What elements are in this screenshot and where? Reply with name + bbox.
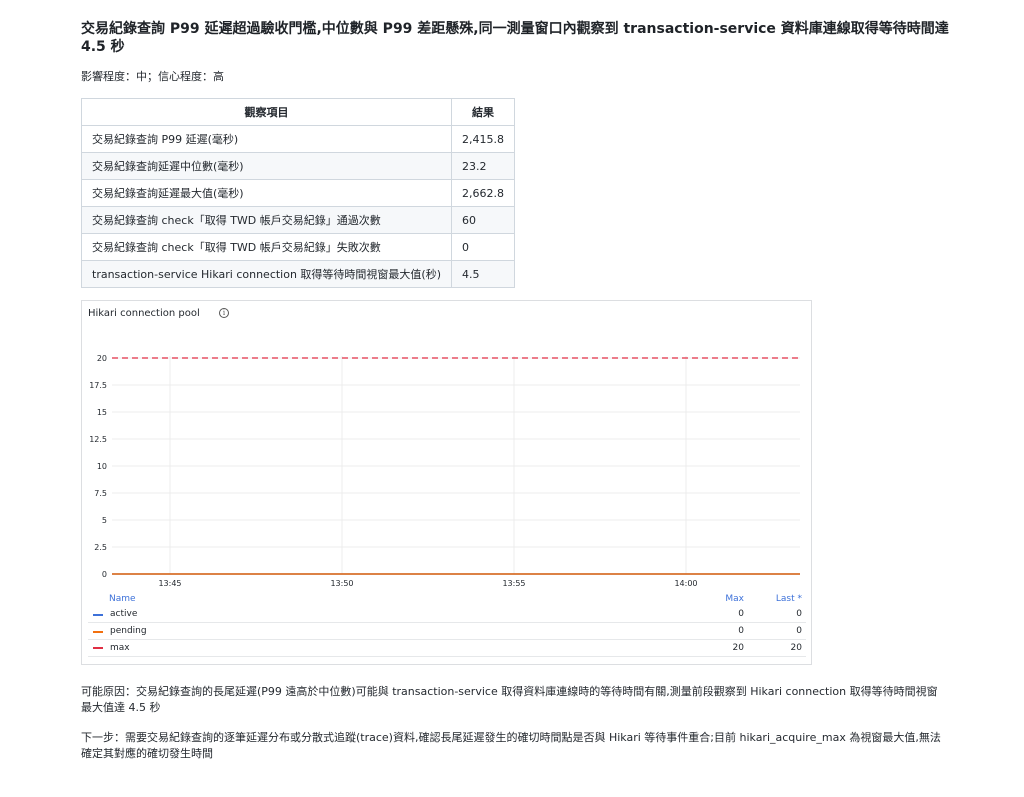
legend-item-max[interactable]: max 20 20 — [88, 640, 806, 657]
table-row: 交易紀錄查詢 P99 延遲(毫秒) 2,415.8 — [80, 125, 516, 153]
legend-swatch-pending — [93, 631, 103, 633]
possible-cause: 可能原因：交易紀錄查詢的長尾延遲(P99 遠高於中位數)可能與 transact… — [81, 685, 938, 714]
table-row: transaction-service Hikari connection 取得… — [80, 260, 516, 288]
chart-legend: Name Max Last * active 0 0 pending 0 0 m… — [88, 591, 806, 657]
y-tick-label: 20 — [97, 354, 107, 363]
panel-title: Hikari connection pool — [88, 308, 200, 319]
y-tick-label: 5 — [102, 516, 107, 525]
legend-name: max — [110, 643, 130, 653]
impact-confidence: 影響程度：中；信心程度：高 — [81, 70, 224, 83]
report-section: 交易紀錄查詢 P99 延遲超過驗收門檻,中位數與 P99 差距懸殊,同一測量窗口… — [80, 20, 951, 288]
hikari-panel: 0 2.5 5 7.5 10 12.5 15 17.5 20 13:45 13:50 13:55 14:… — [81, 300, 812, 665]
row-item: 交易紀錄查詢 P99 延遲(毫秒) — [80, 125, 453, 153]
table-row: 交易紀錄查詢 check「取得 TWD 帳戶交易紀錄」失敗次數 0 — [80, 233, 516, 261]
legend-item-pending[interactable]: pending 0 0 — [88, 623, 806, 640]
legend-last: 0 — [796, 626, 802, 636]
row-result: 2,415.8 — [451, 125, 516, 153]
legend-last: 0 — [796, 609, 802, 619]
y-tick-label: 2.5 — [94, 543, 107, 552]
table-row: 交易紀錄查詢 check「取得 TWD 帳戶交易紀錄」通過次數 60 — [80, 206, 516, 234]
x-tick-label: 13:55 — [502, 579, 525, 588]
y-tick-label: 12.5 — [89, 435, 107, 444]
x-tick-label: 13:50 — [330, 579, 353, 588]
legend-max: 20 — [732, 643, 744, 653]
legend-header-max[interactable]: Max — [725, 594, 744, 604]
finding-title: 交易紀錄查詢 P99 延遲超過驗收門檻,中位數與 P99 差距懸殊,同一測量窗口… — [81, 21, 949, 55]
legend-last: 20 — [790, 643, 802, 653]
legend-name: pending — [110, 626, 147, 636]
legend-name: active — [110, 609, 138, 619]
legend-swatch-active — [93, 614, 103, 616]
legend-max: 0 — [738, 626, 744, 636]
row-item: transaction-service Hikari connection 取得… — [80, 260, 453, 288]
hikari-chart: 0 2.5 5 7.5 10 12.5 15 17.5 20 13:45 13:50 13:55 14:… — [89, 354, 800, 588]
table-row: 交易紀錄查詢延遲最大值(毫秒) 2,662.8 — [80, 179, 516, 207]
header-item: 觀察項目 — [80, 98, 453, 126]
observation-table: 觀察項目 結果 交易紀錄查詢 P99 延遲(毫秒) 2,415.8 交易紀錄查詢… — [80, 98, 516, 288]
x-tick-label: 14:00 — [674, 579, 697, 588]
row-result: 60 — [451, 206, 516, 234]
legend-max: 0 — [738, 609, 744, 619]
y-tick-label: 10 — [97, 462, 107, 471]
info-icon[interactable]: i — [219, 308, 229, 318]
table-row: 交易紀錄查詢延遲中位數(毫秒) 23.2 — [80, 152, 516, 180]
row-result: 0 — [451, 233, 516, 261]
header-result: 結果 — [451, 98, 516, 126]
legend-swatch-max — [93, 647, 103, 649]
row-result: 2,662.8 — [451, 179, 516, 207]
legend-item-active[interactable]: active 0 0 — [88, 606, 806, 623]
row-item: 交易紀錄查詢 check「取得 TWD 帳戶交易紀錄」失敗次數 — [80, 233, 453, 261]
row-item: 交易紀錄查詢延遲中位數(毫秒) — [80, 152, 453, 180]
row-result: 4.5 — [451, 260, 516, 288]
y-tick-label: 17.5 — [89, 381, 107, 390]
row-item: 交易紀錄查詢 check「取得 TWD 帳戶交易紀錄」通過次數 — [80, 206, 453, 234]
legend-header-name[interactable]: Name — [109, 594, 136, 604]
row-item: 交易紀錄查詢延遲最大值(毫秒) — [80, 179, 453, 207]
y-tick-label: 15 — [97, 408, 107, 417]
row-result: 23.2 — [451, 152, 516, 180]
next-step: 下一步：需要交易紀錄查詢的逐筆延遲分布或分散式追蹤(trace)資料,確認長尾延… — [81, 731, 941, 760]
y-tick-label: 7.5 — [94, 489, 107, 498]
x-tick-label: 13:45 — [158, 579, 181, 588]
y-tick-label: 0 — [102, 570, 107, 579]
legend-header: Name Max Last * — [88, 591, 806, 606]
table-header-row: 觀察項目 結果 — [80, 98, 516, 126]
legend-header-last[interactable]: Last * — [776, 594, 802, 604]
